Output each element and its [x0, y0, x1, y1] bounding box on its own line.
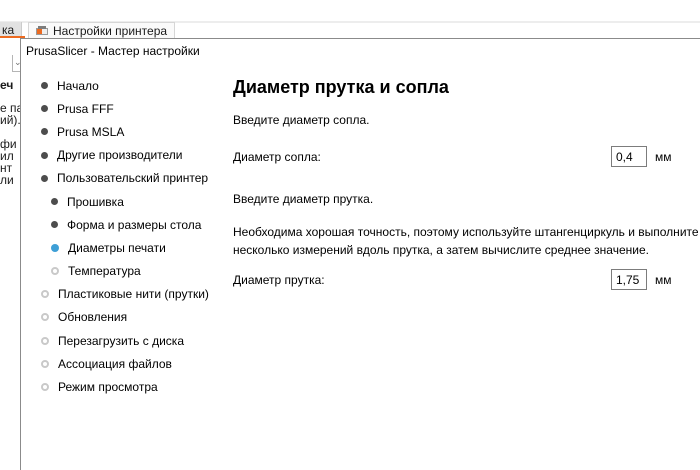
- printer-icon: [36, 25, 48, 36]
- tab-label: Настройки принтера: [53, 23, 168, 38]
- nozzle-diameter-label: Диаметр сопла:: [233, 150, 321, 164]
- tab-filament-settings-partial[interactable]: ка: [0, 22, 22, 37]
- screen: ка Настройки принтера ⌄ еч е па ий). фи ил нт…: [0, 0, 700, 470]
- filament-intro-text: Введите диаметр прутка.: [233, 192, 374, 206]
- wizard-dialog: PrusaSlicer - Мастер настройки Начало Pru…: [20, 38, 700, 470]
- filament-diameter-label: Диаметр прутка:: [233, 273, 325, 287]
- background-text-fragment: еч: [0, 78, 14, 92]
- wizard-page: Диаметр прутка и сопла Введите диаметр с…: [21, 39, 700, 470]
- filament-diameter-input[interactable]: [611, 269, 647, 290]
- nozzle-intro-text: Введите диаметр сопла.: [233, 113, 370, 127]
- filament-note-text: Необходима хорошая точность, поэтому исп…: [233, 225, 699, 239]
- nozzle-diameter-input[interactable]: [611, 146, 647, 167]
- filament-note-text: несколько измерений вдоль прутка, а зате…: [233, 243, 649, 257]
- printer-icon-accent: [37, 28, 42, 34]
- filament-unit-label: мм: [655, 273, 672, 287]
- nozzle-unit-label: мм: [655, 150, 672, 164]
- background-text-fragment: ий).: [0, 113, 21, 127]
- tab-printer-settings[interactable]: Настройки принтера: [28, 22, 176, 38]
- page-title: Диаметр прутка и сопла: [233, 77, 449, 97]
- tab-label: ка: [2, 22, 15, 37]
- background-text-fragment: ли: [0, 173, 14, 187]
